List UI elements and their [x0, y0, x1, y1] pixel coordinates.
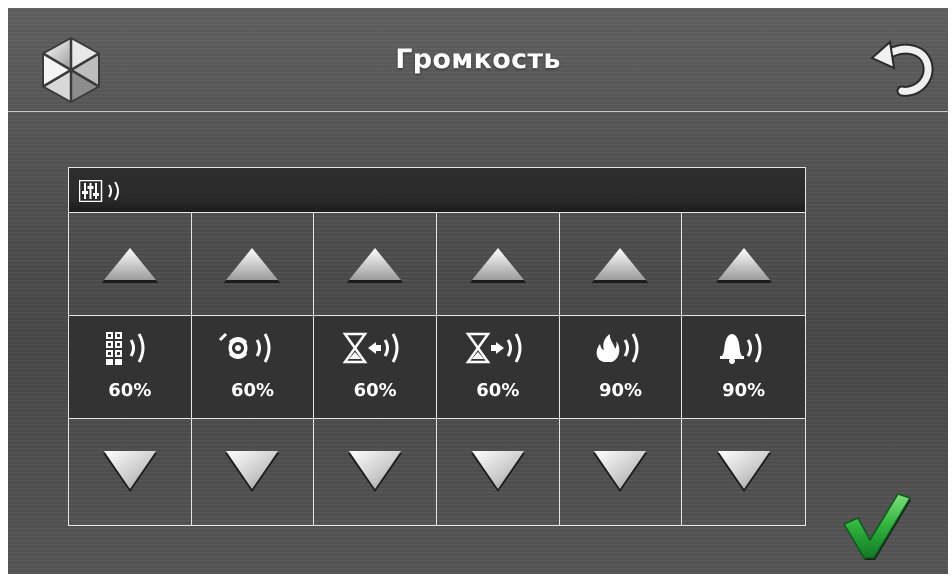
- triangle-down-icon: [470, 451, 525, 492]
- volume-value: 60%: [108, 380, 152, 401]
- channel-siren: 60%: [191, 316, 315, 419]
- volume-up-button-exit-delay[interactable]: [436, 213, 560, 316]
- volume-down-button-keypad[interactable]: [69, 419, 192, 525]
- channel-chime: 90%: [682, 316, 805, 419]
- fire-alarm-volume-icon: [597, 333, 639, 363]
- volume-value: 60%: [230, 380, 275, 401]
- volume-value: 90%: [598, 380, 643, 401]
- volume-down-button-siren[interactable]: [192, 419, 315, 525]
- triangle-up-icon: [469, 248, 526, 283]
- green-checkmark-icon: [842, 493, 912, 560]
- exit-delay-volume-icon: [465, 332, 522, 364]
- volume-down-button-fire[interactable]: [560, 419, 683, 525]
- volume-up-button-entry-delay[interactable]: [314, 213, 437, 316]
- volume-up-button-fire[interactable]: [559, 213, 683, 316]
- volume-grid: 60% 60% 60% 60% 90% 90%: [69, 213, 805, 525]
- triangle-up-icon: [224, 248, 281, 283]
- page-title: Громкость: [395, 44, 561, 75]
- volume-down-button-chime[interactable]: [682, 419, 805, 525]
- chime-bell-volume-icon: [719, 333, 762, 364]
- confirm-button[interactable]: [840, 490, 912, 562]
- channel-keypad: 60%: [69, 316, 192, 419]
- touchscreen: Громкость 60% 60% 60% 60% 90% 90%: [8, 8, 948, 574]
- triangle-up-icon: [347, 248, 404, 283]
- siren-volume-icon: [219, 332, 271, 363]
- channel-fire: 90%: [559, 316, 683, 419]
- volume-value: 90%: [722, 380, 766, 401]
- triangle-down-icon: [102, 451, 157, 492]
- volume-down-button-entry-delay[interactable]: [314, 419, 437, 525]
- mixer-sliders-speaker-icon: [79, 180, 119, 202]
- triangle-down-icon: [348, 451, 403, 492]
- triangle-up-icon: [715, 248, 772, 283]
- volume-up-button-keypad[interactable]: [69, 213, 192, 316]
- entry-delay-volume-icon: [342, 332, 399, 364]
- triangle-down-icon: [593, 451, 648, 492]
- title-bar: Громкость: [8, 8, 948, 112]
- triangle-up-icon: [592, 248, 649, 283]
- volume-up-button-siren[interactable]: [191, 213, 315, 316]
- channel-exit-delay: 60%: [436, 316, 560, 419]
- triangle-down-icon: [225, 451, 280, 492]
- panel-header: [69, 168, 805, 213]
- triangle-up-icon: [101, 248, 158, 283]
- volume-panel: 60% 60% 60% 60% 90% 90%: [68, 167, 806, 526]
- volume-down-button-exit-delay[interactable]: [437, 419, 560, 525]
- volume-value: 60%: [476, 380, 520, 401]
- channel-entry-delay: 60%: [314, 316, 437, 419]
- volume-value: 60%: [353, 380, 397, 401]
- keypad-volume-icon: [105, 332, 145, 365]
- back-arrow-icon[interactable]: [866, 28, 940, 102]
- volume-up-button-chime[interactable]: [682, 213, 805, 316]
- triangle-down-icon: [716, 451, 771, 492]
